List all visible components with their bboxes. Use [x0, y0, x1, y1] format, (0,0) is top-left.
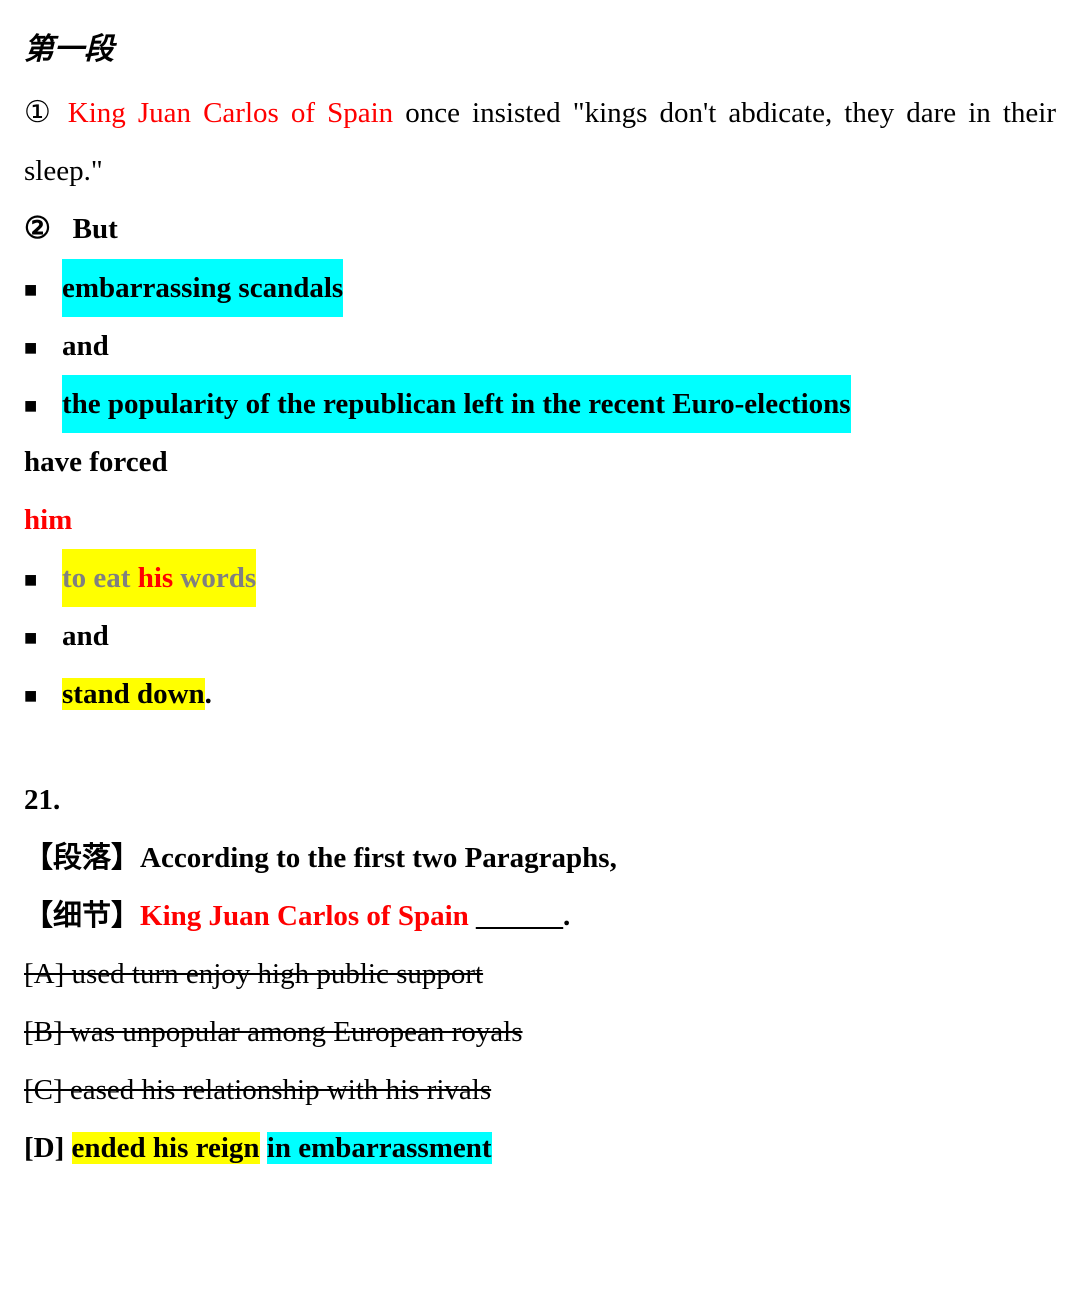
question-block: 21. 【段落】According to the first two Parag… [24, 771, 1056, 1177]
square-bullet-icon: ■ [24, 674, 50, 718]
option-c: [C] eased his relationship with his riva… [24, 1061, 1056, 1119]
square-bullet-icon: ■ [24, 326, 50, 370]
option-d-part2: in embarrassment [267, 1132, 492, 1164]
question-detail-subject: King Juan Carlos of Spain [140, 900, 469, 932]
question-detail-line: 【细节】King Juan Carlos of Spain ______. [24, 887, 1056, 945]
eat-pre: to eat [62, 562, 138, 594]
option-a: [A] used turn enjoy high public support [24, 945, 1056, 1003]
word-and-1: and [62, 317, 109, 375]
eat-post: words [173, 562, 256, 594]
tag-paragraph: 【段落】 [24, 842, 140, 874]
phrase-scandals: embarrassing scandals [62, 259, 343, 317]
square-bullet-icon: ■ [24, 616, 50, 660]
option-d-part1: ended his reign [72, 1132, 260, 1164]
bullet-4: ■ to eat his words [24, 549, 1056, 607]
word-but: But [73, 213, 118, 245]
section-heading: 第一段 [24, 20, 1056, 80]
question-number: 21. [24, 771, 1056, 829]
question-para-line: 【段落】According to the first two Paragraph… [24, 829, 1056, 887]
word-and-2: and [62, 607, 109, 665]
option-d-space [260, 1132, 267, 1164]
bullet-3: ■ the popularity of the republican left … [24, 375, 1056, 433]
square-bullet-icon: ■ [24, 558, 50, 602]
word-him: him [24, 491, 1056, 549]
subject-red: King Juan Carlos of Spain [68, 97, 393, 129]
square-bullet-icon: ■ [24, 384, 50, 428]
period: . [205, 678, 212, 710]
option-d-label: [D] [24, 1132, 72, 1164]
bullet-2: ■ and [24, 317, 1056, 375]
bullet-5: ■ and [24, 607, 1056, 665]
question-para-text: According to the first two Paragraphs, [140, 842, 617, 874]
option-b: [B] was unpopular among European royals [24, 1003, 1056, 1061]
phrase-have-forced: have forced [24, 433, 1056, 491]
phrase-popularity: the popularity of the republican left in… [62, 375, 851, 433]
square-bullet-icon: ■ [24, 268, 50, 312]
sentence-2-lead: ② But [24, 199, 1056, 259]
option-d: [D] ended his reign in embarrassment [24, 1119, 1056, 1177]
phrase-eat-words: to eat his words [62, 549, 256, 607]
eat-his: his [138, 562, 173, 594]
bullet-6: ■ stand down. [24, 665, 1056, 723]
circled-number-2: ② [24, 212, 51, 245]
tag-detail: 【细节】 [24, 900, 140, 932]
bullet-1: ■ embarrassing scandals [24, 259, 1056, 317]
circled-number-1: ① [24, 96, 56, 129]
blank-line: ______. [469, 900, 571, 932]
phrase-stand-down: stand down [62, 678, 205, 710]
sentence-1: ① King Juan Carlos of Spain once insiste… [24, 84, 1056, 199]
